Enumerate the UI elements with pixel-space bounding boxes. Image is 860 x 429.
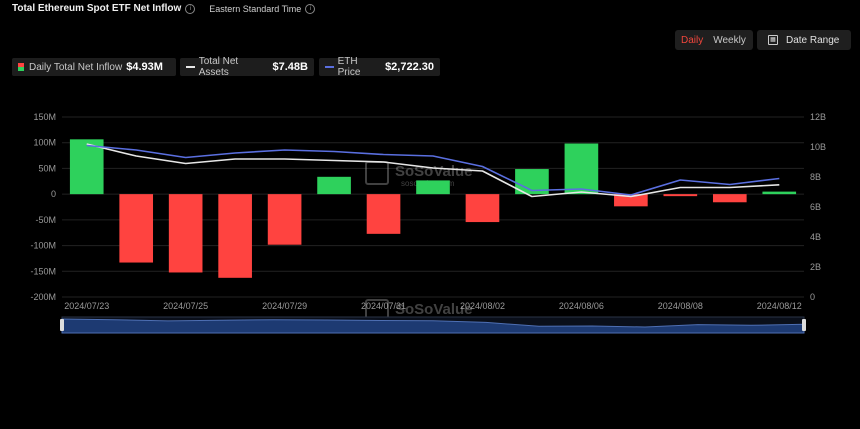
x-tick-label: 2024/07/29 <box>262 301 307 311</box>
inflow-bar <box>564 143 599 195</box>
navigator-handle-right[interactable] <box>802 319 806 331</box>
inflow-bar <box>317 176 351 195</box>
inflow-bar <box>267 194 302 245</box>
y-left-tick-label: -200M <box>30 292 56 302</box>
inflow-bar <box>218 194 252 278</box>
inflow-bar <box>168 194 203 273</box>
watermark-brand: SoSoValue <box>395 301 473 318</box>
y-left-tick-label: 150M <box>33 112 56 122</box>
y-right-tick-label: 4B <box>810 232 821 242</box>
y-right-tick-label: 2B <box>810 262 821 272</box>
inflow-bar <box>712 194 747 203</box>
y-left-tick-label: 50M <box>38 163 56 173</box>
y-right-tick-label: 10B <box>810 142 826 152</box>
etf-inflow-chart[interactable]: SoSoValue sosovalue.com 150M100M50M0-50M… <box>0 0 860 429</box>
y-left-tick-label: 100M <box>33 138 56 148</box>
x-tick-label: 2024/08/06 <box>559 301 604 311</box>
inflow-bar <box>762 191 797 195</box>
x-tick-label: 2024/07/23 <box>64 301 109 311</box>
inflow-bar <box>366 194 401 234</box>
inflow-bar <box>663 194 698 197</box>
navigator-handle-left[interactable] <box>60 319 64 331</box>
y-right-tick-label: 6B <box>810 202 821 212</box>
x-tick-label: 2024/07/25 <box>163 301 208 311</box>
y-left-tick-label: -50M <box>35 215 56 225</box>
y-right-tick-label: 8B <box>810 172 821 182</box>
y-right-tick-label: 0 <box>810 292 815 302</box>
y-left-tick-label: 0 <box>51 189 56 199</box>
inflow-bar <box>416 180 450 195</box>
watermark-logo-icon <box>365 161 389 185</box>
y-left-tick-label: -150M <box>30 266 56 276</box>
x-tick-label: 2024/08/12 <box>757 301 802 311</box>
range-navigator[interactable] <box>60 316 806 334</box>
inflow-bar <box>465 194 500 223</box>
y-left-tick-label: -100M <box>30 241 56 251</box>
inflow-bar <box>119 194 154 263</box>
x-tick-label: 2024/08/08 <box>658 301 703 311</box>
y-right-tick-label: 12B <box>810 112 826 122</box>
